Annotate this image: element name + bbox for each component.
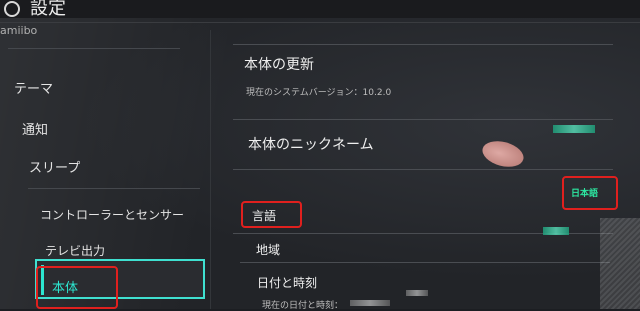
datetime-extra-blurred: [406, 290, 428, 296]
region-value-blurred: [543, 227, 569, 235]
highlight-box-system: [36, 266, 118, 309]
row-divider: [233, 119, 613, 120]
language-value: 日本語: [571, 189, 599, 199]
settings-gear-icon: [4, 1, 20, 17]
pane-divider: [210, 30, 211, 309]
finger-photo-artifact: [479, 136, 527, 172]
settings-screen: 設定 amiibo テーマ 通知 スリープ コントローラーとセンサー テレビ出力…: [0, 0, 640, 311]
sidebar-item-tv-output[interactable]: テレビ出力: [45, 242, 105, 259]
row-divider: [240, 262, 610, 263]
header-bar: 設定: [0, 0, 640, 19]
row-divider: [233, 169, 613, 170]
sidebar-divider: [8, 48, 180, 49]
sidebar-divider: [28, 188, 200, 189]
datetime-sub-text: 現在の日付と時刻：: [262, 301, 344, 311]
nickname-title[interactable]: 本体のニックネーム: [248, 134, 374, 154]
language-title[interactable]: 言語: [252, 207, 276, 224]
sidebar-item-controllers-sensors[interactable]: コントローラーとセンサー: [40, 206, 184, 223]
sidebar-item-notifications[interactable]: 通知: [22, 119, 48, 138]
region-title[interactable]: 地域: [256, 241, 280, 258]
sidebar-item-sleep[interactable]: スリープ: [29, 157, 80, 176]
watermark-overlay: [600, 218, 640, 309]
datetime-title[interactable]: 日付と時刻: [257, 274, 317, 291]
system-version-text: 現在のシステムバージョン：10.2.0: [246, 88, 392, 98]
row-divider: [233, 44, 613, 45]
sidebar-item-amiibo[interactable]: amiibo: [0, 24, 37, 37]
nickname-value-blurred: [553, 125, 595, 133]
datetime-value-blurred: [350, 300, 390, 306]
page-title: 設定: [30, 0, 66, 19]
header-divider: [0, 22, 640, 23]
system-update-title[interactable]: 本体の更新: [244, 54, 314, 74]
sidebar-item-theme[interactable]: テーマ: [14, 78, 53, 97]
